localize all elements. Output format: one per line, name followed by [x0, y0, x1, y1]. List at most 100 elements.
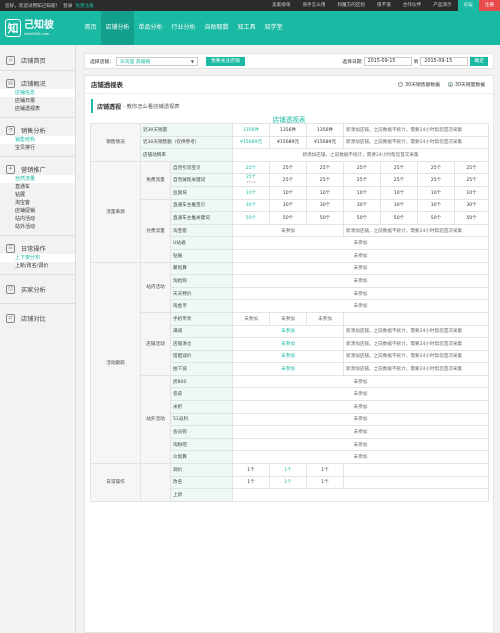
- sidebar-item-buyer[interactable]: ☺ 买家分析: [6, 283, 75, 295]
- sidebar-sub-daily-report[interactable]: 店铺日报: [0, 97, 75, 105]
- register-button[interactable]: 注册: [478, 0, 500, 11]
- main-header: 知 己知彼 zhibi360.com 首页 店铺分析 单品分析 行业分析 自助取…: [0, 11, 500, 45]
- table-row: 活动跟踪 站内活动 聚划算 未参加: [90, 261, 490, 465]
- row-label: 店铺清仓: [169, 337, 234, 351]
- row-label: 店铺动销率: [139, 148, 234, 162]
- status-cell: 未参加: [232, 362, 345, 376]
- row-label: 改名: [169, 475, 234, 490]
- empty-cell: [343, 463, 490, 477]
- date-label: 选择日期: [342, 59, 362, 65]
- sidebar-sub-ztc[interactable]: 直通车: [0, 183, 75, 191]
- help-link[interactable]: - 教你怎么看店铺透视表: [123, 102, 180, 110]
- status-cell: 未参加: [232, 248, 490, 263]
- value-cell: 1个: [232, 463, 271, 477]
- buyer-icon: ☺: [6, 284, 15, 294]
- row-label: 自然引流宝贝: [169, 160, 234, 175]
- sidebar-sub-offsite[interactable]: 站外活动: [0, 223, 75, 231]
- register-link[interactable]: 免费注册: [75, 3, 93, 9]
- radio-30d-sales-amount[interactable]: 30天销售额数据: [398, 81, 440, 88]
- table-row: 近30天销售额（仅供参考） ¥15689元 ¥15689元 ¥15689元 新添…: [91, 135, 490, 150]
- value-cell: 25个: [232, 160, 271, 175]
- nav-industry-analysis[interactable]: 行业分析: [167, 11, 200, 45]
- sidebar-sub-natural-traffic[interactable]: 自然流量: [0, 175, 75, 183]
- radio-icon: [398, 82, 404, 87]
- store-select[interactable]: 乐淘里 高跟鞋 ▼: [116, 56, 198, 66]
- nav-school[interactable]: 知学堂: [260, 11, 287, 45]
- top-link-rank[interactable]: 卖家榜单: [266, 0, 296, 11]
- login-link[interactable]: 登录: [63, 3, 72, 9]
- nav-tools[interactable]: 知工具: [233, 11, 260, 45]
- sidebar-sub-item-rank[interactable]: 宝贝排行: [0, 144, 75, 152]
- sidebar-sub-new-rename[interactable]: 上新/改名/调价: [0, 262, 75, 270]
- sidebar-label: 日常操作: [21, 245, 46, 253]
- nav-home[interactable]: 首页: [80, 11, 101, 45]
- top-link-demo[interactable]: 产品演示: [427, 0, 457, 11]
- top-link-diff[interactable]: 和魔方的区别: [331, 0, 371, 11]
- value-cell: 30个: [306, 198, 345, 213]
- nav-item-analysis[interactable]: 单品分析: [134, 11, 167, 45]
- value-cell: 25个 271 lk: [232, 173, 271, 187]
- top-link-howto[interactable]: 商手怎么用: [296, 0, 331, 11]
- status-cell: 未参加: [232, 349, 345, 364]
- sidebar-label: 店铺对比: [21, 315, 46, 323]
- sidebar-sub-listing[interactable]: 上下架分布: [0, 254, 75, 262]
- value-cell: 25个: [343, 160, 382, 175]
- sidebar-label: 营销推广: [21, 166, 46, 174]
- overview-icon: ▤: [6, 78, 15, 88]
- store-select-value: 乐淘里 高跟鞋: [120, 59, 151, 65]
- value-cell: 10个: [232, 185, 271, 200]
- row-label: 直通车主推关键词: [169, 211, 234, 225]
- sidebar-sub-pivot[interactable]: 店铺透视表: [0, 105, 75, 113]
- main-nav: 首页 店铺分析 单品分析 行业分析 自助取数 知工具 知学堂: [80, 11, 287, 45]
- chevron-down-icon: ▼: [190, 58, 194, 64]
- date-to-input[interactable]: 2015-09-15: [420, 56, 469, 66]
- status-cell: 未参加: [232, 324, 345, 339]
- sidebar-sub-store-info[interactable]: 店铺信息: [0, 89, 75, 97]
- row-label: 聚划算: [169, 261, 234, 276]
- follow-store-button[interactable]: 我要关注店铺: [206, 56, 245, 66]
- table-row: 店铺活动 手机专享 未参加 未参加 未参加: [91, 311, 490, 376]
- logo-name: 己知彼: [24, 20, 54, 31]
- confirm-button[interactable]: 确定: [470, 56, 488, 66]
- radio-30d-sales-volume[interactable]: 30天销量数据: [447, 81, 485, 88]
- top-link-partner[interactable]: 合作伙伴: [397, 0, 427, 11]
- value-cell: 25个: [306, 160, 345, 175]
- nav-self-fetch[interactable]: 自助取数: [200, 11, 233, 45]
- sidebar-item-promotion[interactable]: ✦ 营销推广: [6, 163, 75, 175]
- nav-store-analysis[interactable]: 店铺分析: [101, 11, 135, 45]
- logo[interactable]: 知 己知彼 zhibi360.com: [0, 19, 80, 37]
- sidebar-sub-sales-structure[interactable]: 销售结构: [0, 136, 75, 144]
- compare-icon: ⇄: [6, 313, 15, 323]
- category-cell: 销售情况: [90, 123, 141, 162]
- sidebar-item-overview[interactable]: ▤ 店铺概况: [6, 77, 75, 89]
- value-cell: 1个: [306, 475, 345, 490]
- note-cell: 新添加店铺，之前数据不统计，需要24小时帮您首次采集: [343, 123, 490, 137]
- sidebar-sub-onsite[interactable]: 站内活动: [0, 215, 75, 223]
- sidebar-item-sales[interactable]: ◔ 销售分析: [6, 124, 75, 136]
- top-link-worth[interactable]: 值不值: [371, 0, 397, 11]
- value-cell: 30个: [454, 198, 490, 213]
- sidebar-item-daily[interactable]: ☰ 日常操作: [6, 242, 75, 254]
- sidebar-sub-zuanzhan[interactable]: 钻展: [0, 191, 75, 199]
- value-cell: 25个: [417, 160, 456, 175]
- forum-button[interactable]: 论坛: [457, 0, 479, 11]
- date-from-input[interactable]: 2015-09-15: [363, 56, 412, 66]
- sidebar-sub-taobaoke[interactable]: 淘宝客: [0, 199, 75, 207]
- sidebar-item-home[interactable]: ⌂ 店铺首页: [6, 54, 75, 66]
- status-cell: 未参加: [232, 286, 490, 301]
- status-cell: 未参加: [232, 299, 490, 313]
- status-cell: 未参加: [232, 311, 271, 326]
- row-label: 折800: [169, 374, 234, 389]
- note-cell: 新添加店铺，之前数据不统计，需要24小时帮您首次采集: [343, 362, 490, 376]
- value-cell: 25个: [269, 160, 308, 175]
- value-cell: 25个: [454, 160, 490, 175]
- sidebar: ⌂ 店铺首页 ▤ 店铺概况 店铺信息 店铺日报 店铺透视表 ◔ 销售分析 销售结…: [0, 45, 76, 633]
- status-cell: 未参加: [232, 374, 490, 389]
- sidebar-sub-store-promo[interactable]: 店铺促销: [0, 207, 75, 215]
- status-cell: 未参加: [232, 412, 490, 427]
- value-cell: 10个: [269, 185, 308, 200]
- table-row: 流量来源 免费流量 自然引流宝贝 25个 25个 25个 25个 25个 25个…: [90, 160, 490, 263]
- sidebar-item-compare[interactable]: ⇄ 店铺对比: [6, 312, 75, 324]
- row-label: 钻展: [169, 248, 234, 263]
- value-cell: 30个: [232, 198, 271, 213]
